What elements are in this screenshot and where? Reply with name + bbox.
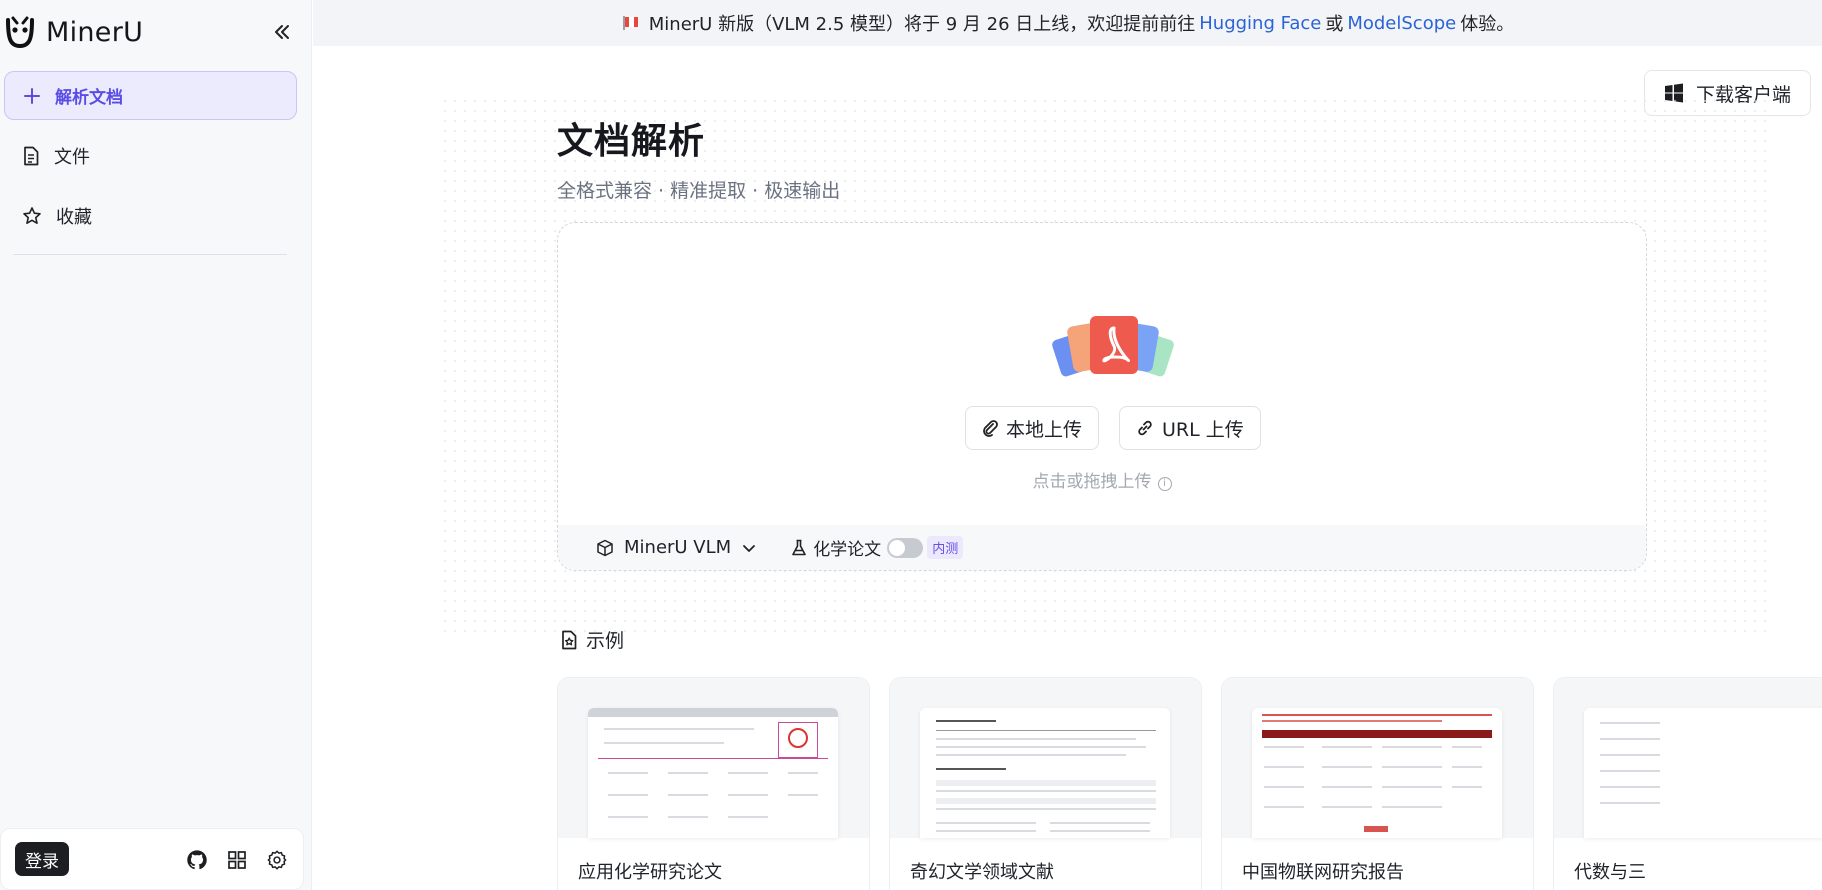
hugging-face-link[interactable]: Hugging Face [1199,13,1321,34]
examples-heading-label: 示例 [586,630,625,652]
star-document-icon [562,630,577,649]
upload-hint: 点击或拖拽上传 i [558,467,1646,492]
chevron-down-icon [743,544,756,552]
example-thumbnail [1554,678,1822,838]
announcement-banner: MinerU 新版（VLM 2.5 模型）将于 9 月 26 日上线，欢迎提前前… [313,0,1822,46]
paperclip-icon [983,420,998,437]
double-chevron-left-icon [275,25,289,39]
example-thumbnail [890,678,1201,838]
page-subtitle: 全格式兼容 · 精准提取 · 极速输出 [557,180,841,202]
example-title: 中国物联网研究报告 [1242,862,1404,883]
example-title: 应用化学研究论文 [578,862,722,883]
model-select[interactable]: MinerU VLM [596,537,757,558]
gear-icon[interactable] [264,847,290,873]
announcement-flag-icon [621,14,641,32]
star-icon [23,207,41,224]
info-icon[interactable]: i [1157,477,1172,491]
upload-dropzone[interactable]: 本地上传 URL 上传 点击或拖拽上传 i MinerU VLM 化学论文 内测 [557,222,1647,571]
example-thumbnail [558,678,869,838]
document-preview-image [1584,708,1822,838]
brand[interactable]: MinerU [0,12,143,52]
model-select-value: MinerU VLM [624,537,732,558]
upload-options-bar: MinerU VLM 化学论文 内测 [558,525,1646,570]
sidebar-divider [13,254,287,255]
cube-icon [597,539,613,556]
example-title: 奇幻文学领域文献 [910,862,1054,883]
mineru-logo-icon [0,12,40,52]
chem-paper-option: 化学论文 内测 [791,535,964,560]
github-icon[interactable] [184,847,210,873]
chem-paper-label: 化学论文 [813,540,882,560]
sidebar-item-files[interactable]: 文件 [4,133,297,179]
link-icon [1138,420,1152,436]
sidebar-item-favorites[interactable]: 收藏 [4,193,297,239]
example-card[interactable]: 应用化学研究论文 [557,677,870,890]
example-card[interactable]: 代数与三 [1553,677,1822,890]
new-parse-document-button[interactable]: 解析文档 [4,71,297,120]
local-upload-label: 本地上传 [1006,418,1083,441]
upload-actions: 本地上传 URL 上传 [965,406,1261,450]
example-title: 代数与三 [1574,862,1646,883]
banner-connector: 或 [1325,14,1344,35]
example-thumbnail [1222,678,1533,838]
chem-paper-toggle[interactable] [887,537,924,558]
local-upload-button[interactable]: 本地上传 [965,406,1100,450]
examples-heading: 示例 [560,626,624,653]
url-upload-label: URL 上传 [1162,418,1244,441]
document-preview-image [1252,708,1502,838]
beta-badge: 内测 [927,536,964,559]
brand-name: MinerU [46,16,144,48]
file-icon [24,146,39,166]
document-preview-image [920,708,1170,838]
upload-hint-text: 点击或拖拽上传 [1032,472,1152,492]
sidebar-footer: 登录 [0,828,304,890]
collapse-sidebar-button[interactable] [268,18,296,46]
url-upload-button[interactable]: URL 上传 [1119,406,1261,450]
document-preview-image [588,708,838,838]
sidebar: MinerU 解析文档 文件 收藏 登录 [0,0,312,890]
login-button[interactable]: 登录 [15,842,69,876]
sidebar-item-label: 收藏 [56,207,92,228]
toggle-knob [889,539,906,556]
page-title: 文档解析 [557,121,706,162]
example-card[interactable]: 奇幻文学领域文献 [889,677,1202,890]
new-doc-label: 解析文档 [55,88,123,108]
banner-text-end: 体验。 [1460,14,1515,35]
sidebar-item-label: 文件 [54,147,90,168]
apps-grid-icon[interactable] [224,847,250,873]
example-card[interactable]: 中国物联网研究报告 [1221,677,1534,890]
banner-text: MinerU 新版（VLM 2.5 模型）将于 9 月 26 日上线，欢迎提前前… [648,14,1196,35]
plus-icon [24,87,40,104]
flask-icon [792,539,806,555]
file-types-illustration-icon [1048,308,1178,388]
modelscope-link[interactable]: ModelScope [1347,13,1456,34]
